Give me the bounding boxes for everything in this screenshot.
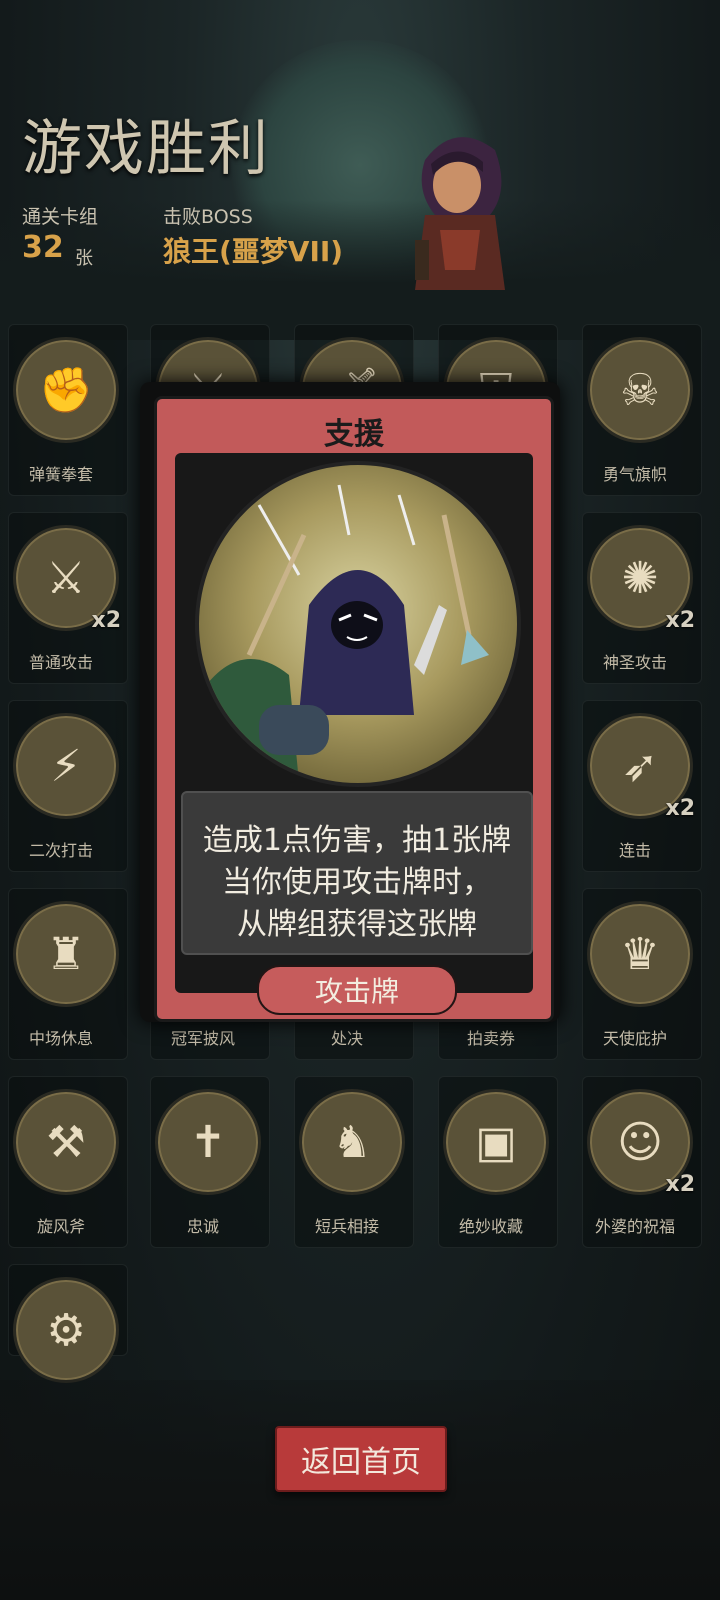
- card-art: ♞: [299, 1089, 405, 1195]
- deck-card[interactable]: ☺ 外婆的祝福 x2: [582, 1076, 702, 1248]
- card-art: ⚙: [13, 1277, 119, 1383]
- deck-card[interactable]: ▣ 绝妙收藏: [438, 1076, 558, 1248]
- card-name: 勇气旗帜: [602, 465, 667, 484]
- card-name: 处决: [330, 1029, 363, 1048]
- popup-card-type: 攻击牌: [314, 975, 399, 1008]
- card-art: ⚡: [13, 713, 119, 819]
- deck-card[interactable]: ♜ 中场休息: [8, 888, 128, 1060]
- deck-count: 32: [22, 230, 64, 265]
- card-name: 天使庇护: [602, 1029, 667, 1048]
- double-strike-icon: ⚡: [50, 740, 82, 792]
- card-name: 旋风斧: [36, 1217, 85, 1236]
- card-name: 神圣攻击: [602, 653, 667, 672]
- card-count: x2: [665, 1172, 696, 1197]
- deck-card[interactable]: ✝ 忠诚: [150, 1076, 270, 1248]
- angel-wings-icon: ♛: [620, 928, 660, 980]
- chest-icon: ▣: [475, 1116, 517, 1168]
- card-art: ☠: [587, 337, 693, 443]
- skull-banner-icon: ☠: [620, 364, 660, 416]
- card-count: x2: [665, 608, 696, 633]
- card-name: 外婆的祝福: [594, 1217, 675, 1236]
- card-art: ♛: [587, 901, 693, 1007]
- card-name: 冠军披风: [170, 1029, 235, 1048]
- card-art: ✝: [155, 1089, 261, 1195]
- deck-card[interactable]: ⚒ 旋风斧: [8, 1076, 128, 1248]
- card-name: 中场休息: [28, 1029, 93, 1048]
- combo-icon: ➶: [621, 740, 659, 792]
- deck-card[interactable]: ♞ 短兵相接: [294, 1076, 414, 1248]
- card-art: ✊: [13, 337, 119, 443]
- wrench-icon: ⚙: [46, 1304, 86, 1356]
- card-name: 连击: [618, 841, 651, 860]
- deck-card[interactable]: ☠ 勇气旗帜: [582, 324, 702, 496]
- back-home-button[interactable]: 返回首页: [275, 1426, 447, 1492]
- card-count: x2: [91, 608, 122, 633]
- hooded-rogue-icon: [199, 484, 489, 783]
- deck-card[interactable]: ⚔ 普通攻击 x2: [8, 512, 128, 684]
- card-name: 短兵相接: [314, 1217, 379, 1236]
- deck-card[interactable]: ✊ 弹簧拳套: [8, 324, 128, 496]
- deck-unit: 张: [75, 248, 93, 269]
- page-title: 游戏胜利: [22, 114, 270, 184]
- axe-icon: ⚒: [46, 1116, 86, 1168]
- card-art: ♜: [13, 901, 119, 1007]
- popup-description-box: 造成1点伤害，抽1张牌 当你使用攻击牌时， 从牌组获得这张牌: [181, 791, 533, 955]
- knight-icon: ♞: [332, 1116, 372, 1168]
- background-hill: [0, 200, 720, 340]
- card-name: 二次打击: [28, 841, 93, 860]
- deck-card[interactable]: ⚡ 二次打击: [8, 700, 128, 872]
- holy-light-icon: ✺: [621, 552, 659, 604]
- sword-icon: ⚔: [46, 552, 86, 604]
- card-detail-popup[interactable]: 支援 造成1点伤害，抽1张牌 当你使用攻击牌时， 从牌组获得这张牌 攻击牌: [154, 396, 554, 1022]
- popup-card-title: 支援: [324, 417, 384, 452]
- card-name: 普通攻击: [28, 653, 93, 672]
- granny-icon: ☺: [617, 1116, 663, 1168]
- deck-card[interactable]: ♛ 天使庇护: [582, 888, 702, 1060]
- deck-card[interactable]: ⚙: [8, 1264, 128, 1383]
- deck-card[interactable]: ➶ 连击 x2: [582, 700, 702, 872]
- hero-portrait: [415, 137, 505, 290]
- rest-icon: ♜: [46, 928, 86, 980]
- popup-card-art: [195, 461, 521, 787]
- card-name: 拍卖券: [466, 1029, 515, 1048]
- cross-icon: ✝: [189, 1116, 227, 1168]
- card-art: ▣: [443, 1089, 549, 1195]
- popup-description-line: 当你使用攻击牌时，: [222, 865, 492, 900]
- boxing-glove-icon: ✊: [38, 365, 94, 416]
- popup-description-line: 造成1点伤害，抽1张牌: [202, 823, 512, 858]
- deck-card[interactable]: ✺ 神圣攻击 x2: [582, 512, 702, 684]
- popup-description-line: 从牌组获得这张牌: [237, 907, 477, 942]
- boss-label: 击败BOSS: [163, 206, 253, 228]
- popup-card-type-badge: 攻击牌: [257, 965, 457, 1015]
- deck-label: 通关卡组: [22, 206, 99, 228]
- back-home-label: 返回首页: [301, 1445, 421, 1480]
- card-name: 弹簧拳套: [28, 465, 93, 484]
- card-count: x2: [665, 796, 696, 821]
- card-art: ⚒: [13, 1089, 119, 1195]
- boss-name: 狼王(噩梦VII): [163, 235, 344, 268]
- card-name: 忠诚: [186, 1217, 219, 1236]
- card-name: 绝妙收藏: [458, 1217, 523, 1236]
